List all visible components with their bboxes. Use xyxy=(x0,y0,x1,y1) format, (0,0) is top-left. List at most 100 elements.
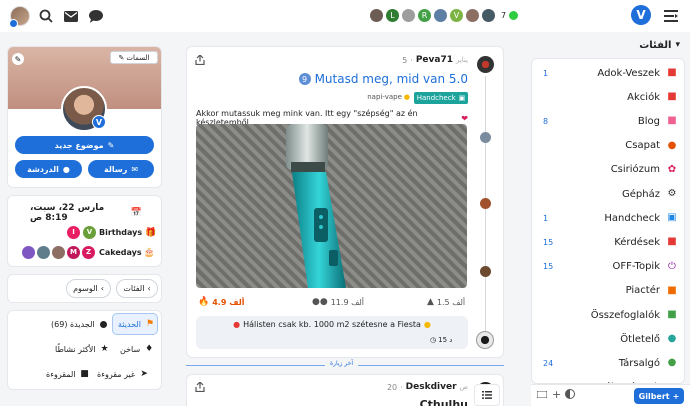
timeline-avatar[interactable] xyxy=(480,266,491,277)
topic-title[interactable]: Cthulhu Valor xyxy=(390,398,468,406)
online-avatar[interactable] xyxy=(402,9,415,22)
filter-hot[interactable]: ساخن ♦ xyxy=(120,344,154,354)
category-item[interactable]: 15 Kérdések ■ xyxy=(532,232,684,252)
categories-header[interactable]: الفئات ▾ xyxy=(598,38,680,52)
category-name: Csapat xyxy=(625,140,660,152)
tags-nav-button[interactable]: الوسوم ‹ xyxy=(66,279,111,298)
compose-icon: ✎ xyxy=(107,140,115,150)
edit-banner-icon[interactable]: ✎ xyxy=(12,53,24,65)
category-item[interactable]: 24 Társalgó ● xyxy=(532,353,684,373)
chat-label: الدردشة xyxy=(27,164,59,174)
collapse-icon[interactable] xyxy=(537,391,547,398)
category-item[interactable]: 1 Adok-Veszek ■ xyxy=(532,63,684,83)
online-avatar[interactable]: V xyxy=(450,9,463,22)
cakeday-avatar[interactable]: M xyxy=(67,246,80,259)
mail-icon[interactable] xyxy=(62,7,80,25)
online-avatar[interactable] xyxy=(434,9,447,22)
filter-new[interactable]: الجديدة (69) xyxy=(51,319,109,329)
likes-stat[interactable]: 🔥 4.9 ألف xyxy=(198,297,244,307)
subtag[interactable]: napi-vape ● xyxy=(340,93,410,101)
category-item[interactable]: Összefoglalók ■ xyxy=(532,305,684,325)
online-avatar[interactable] xyxy=(466,9,479,22)
camera-icon: ▣ xyxy=(667,212,677,224)
cart-icon: ■ xyxy=(667,284,677,296)
views-stat[interactable]: ●● 11.9 ألف xyxy=(312,297,364,307)
share-icon[interactable] xyxy=(195,382,205,392)
add-icon[interactable]: + xyxy=(552,388,561,401)
star-icon: ★ xyxy=(100,344,109,354)
tags-nav-label: الوسوم xyxy=(73,284,98,293)
shell-icon: ✿ xyxy=(667,163,677,175)
theme-toggle-icon[interactable] xyxy=(565,389,575,399)
birthday-avatar[interactable]: V xyxy=(83,226,96,239)
cakedays-row[interactable]: M Z Cakedays 🎂 xyxy=(22,246,155,259)
cakeday-avatar[interactable]: Z xyxy=(82,246,95,259)
category-item[interactable]: Gépház ⚙ xyxy=(532,184,684,204)
rocket-icon: ➤ xyxy=(140,369,148,379)
author-tag: يناير xyxy=(455,56,468,64)
category-name: Összefoglalók xyxy=(590,309,660,321)
topic-title[interactable]: Mutasd meg, mid van 5.0 xyxy=(315,72,468,86)
category-badge[interactable]: Handcheck ▣ xyxy=(414,92,468,104)
online-avatar[interactable] xyxy=(370,9,383,22)
category-item[interactable]: Akciók ■ xyxy=(532,87,684,107)
timeline-avatar[interactable] xyxy=(480,132,491,143)
chat-icon: ● xyxy=(667,357,677,369)
category-item[interactable]: 1 Handcheck ▣ xyxy=(532,208,684,228)
search-icon[interactable] xyxy=(37,7,55,25)
category-item[interactable]: 8 Blog ■ xyxy=(532,111,684,131)
message-button[interactable]: رسالة ✉ xyxy=(88,160,154,178)
share-icon[interactable] xyxy=(195,55,205,65)
category-item[interactable]: 15 OFF-Topik ⏻ xyxy=(532,257,684,277)
new-topic-button[interactable]: موضوع جديد ✎ xyxy=(15,136,154,154)
smile-icon: ● xyxy=(403,93,410,101)
last-visit-label: آخر زيارة xyxy=(325,360,359,367)
cakeday-avatar[interactable] xyxy=(37,246,50,259)
cakeday-avatar[interactable] xyxy=(52,246,65,259)
verified-badge-icon: V xyxy=(92,115,106,129)
folder-icon: ■ xyxy=(80,369,89,379)
category-item[interactable]: Csapat ● xyxy=(532,136,684,156)
online-avatar[interactable]: R xyxy=(418,9,431,22)
timeline-last-avatar[interactable] xyxy=(476,331,494,349)
filter-read[interactable]: المقروءة ■ xyxy=(46,369,90,379)
birthday-avatar[interactable]: I xyxy=(67,226,80,239)
filter-unread-label: غير مقروءة xyxy=(97,369,136,379)
filter-unread[interactable]: غير مقروءة ➤ xyxy=(97,369,149,379)
filter-latest[interactable]: الحديثة ⚑ xyxy=(118,319,155,329)
category-name: Handcheck xyxy=(604,212,660,224)
online-avatar[interactable] xyxy=(482,9,495,22)
topic-list-button[interactable] xyxy=(474,384,500,406)
timeline-avatar[interactable] xyxy=(480,198,491,209)
author-avatar[interactable] xyxy=(477,56,494,73)
birthdays-row[interactable]: I V Birthdays 🎁 xyxy=(67,226,156,239)
replies-stat[interactable]: ▲ 1.5 ألف xyxy=(427,297,465,307)
profile-settings-button[interactable]: ✎ السمات xyxy=(110,51,158,64)
categories-nav-button[interactable]: الفئات ‹ xyxy=(116,279,158,298)
hamburger-menu-icon[interactable] xyxy=(662,7,680,25)
chat-button[interactable]: الدردشة ● xyxy=(15,160,82,178)
online-avatar[interactable]: L xyxy=(386,9,399,22)
author-name[interactable]: Deskdiver xyxy=(406,382,457,392)
category-count: 15 xyxy=(543,237,554,247)
category-item[interactable]: Piactér ■ xyxy=(532,281,684,301)
cry-emoji-icon: ● xyxy=(233,320,241,329)
category-name: Kérdések xyxy=(614,236,660,248)
user-menu-button[interactable]: Gilbert + xyxy=(634,388,684,404)
summary-icon: ■ xyxy=(667,309,677,320)
category-item[interactable]: Csiriózum ✿ xyxy=(532,160,684,180)
brand-logo[interactable]: V xyxy=(631,5,651,25)
category-badge-label: Handcheck xyxy=(416,94,456,102)
category-item[interactable]: Ötletelő ● xyxy=(532,329,684,349)
topic-image[interactable] xyxy=(196,124,467,288)
author-name[interactable]: Peva71 xyxy=(416,55,453,65)
filter-latest-label: الحديثة xyxy=(118,319,141,329)
filter-top[interactable]: الأكثر نشاطًا ★ xyxy=(55,344,110,354)
filter-top-label: الأكثر نشاطًا xyxy=(55,344,96,354)
post-meta: 5 · Peva71 يناير xyxy=(402,55,468,65)
list-icon xyxy=(482,391,492,399)
chat-bubble-icon[interactable] xyxy=(87,7,105,25)
online-indicator-icon xyxy=(509,11,519,20)
topic-title-row[interactable]: 9 Mutasd meg, mid van 5.0 xyxy=(200,72,468,86)
cakeday-avatar[interactable] xyxy=(22,246,35,259)
